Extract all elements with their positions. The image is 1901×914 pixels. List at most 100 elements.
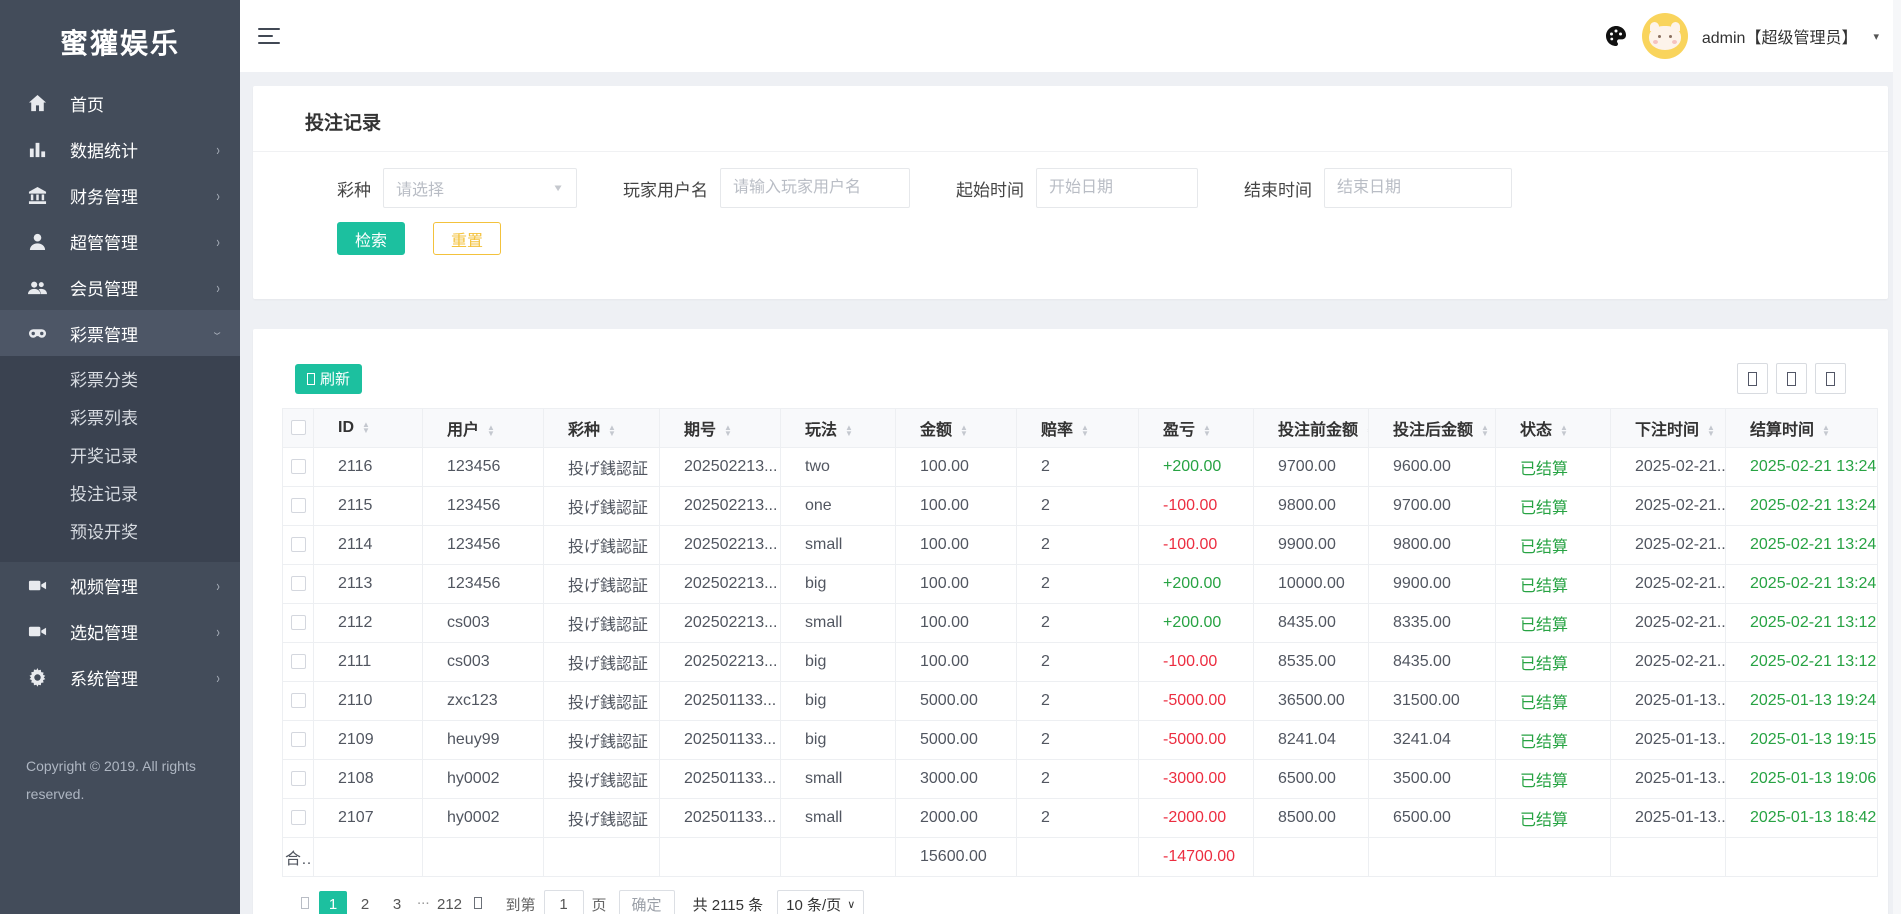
sort-caret-icon[interactable]: ▲▼ <box>487 423 495 437</box>
total-count-label: 共 2115 条 <box>692 897 764 914</box>
row-checkbox[interactable] <box>290 576 306 592</box>
jump-page-input[interactable] <box>543 890 584 914</box>
sidebar-item-members[interactable]: 会员管理 › <box>0 264 240 310</box>
sort-caret-icon[interactable]: ▲▼ <box>608 423 616 437</box>
sort-caret-icon[interactable]: ▲▼ <box>1203 423 1211 437</box>
theme-palette-icon[interactable] <box>1604 24 1628 48</box>
prev-page-icon[interactable] <box>301 896 309 913</box>
sidebar-subitem-lottery-category[interactable]: 彩票分类 <box>0 362 240 400</box>
cell-amount: 100.00 <box>895 486 1017 526</box>
sidebar-item-home[interactable]: 首页 <box>0 80 240 126</box>
row-checkbox[interactable] <box>290 771 306 787</box>
chevron-right-icon: › <box>216 576 220 594</box>
cell-lottery: 投げ銭認証 <box>543 564 660 604</box>
cell-play: small <box>780 798 896 838</box>
column-header-status[interactable]: 状态 ▲ ▼ <box>1495 408 1611 448</box>
cell-user: zxc123 <box>422 681 544 721</box>
page-title: 投注记录 <box>305 113 382 134</box>
sort-caret-icon[interactable]: ▲▼ <box>845 423 853 437</box>
user-avatar[interactable] <box>1641 13 1688 59</box>
next-page-icon[interactable] <box>473 896 482 913</box>
row-checkbox[interactable] <box>290 459 306 475</box>
sort-caret-icon[interactable]: ▲▼ <box>1560 423 1568 437</box>
cell-id: 2114 <box>313 525 423 565</box>
column-header-odds[interactable]: 赔率 ▲ ▼ <box>1016 408 1139 448</box>
select-all-checkbox[interactable] <box>290 420 306 436</box>
player-username-input[interactable] <box>720 168 910 208</box>
column-header-amount[interactable]: 金额 ▲ ▼ <box>895 408 1017 448</box>
end-date-input[interactable] <box>1324 168 1512 208</box>
table-panel: 刷新 ID ▲ ▼ 用户 ▲ ▼ 彩种 ▲ ▼ 期号 ▲ ▼ 玩法 ▲ ▼ 金额… <box>253 329 1888 914</box>
page-number-button[interactable]: 3 <box>383 891 411 914</box>
row-checkbox[interactable] <box>290 537 306 553</box>
cell-settle_time: 2025-01-13 18:42 <box>1725 798 1878 838</box>
cell-id: 2109 <box>313 720 423 760</box>
table-tool-button-1[interactable] <box>1737 363 1768 394</box>
sidebar-item-lottery[interactable]: 彩票管理 › <box>0 310 240 356</box>
start-date-input[interactable] <box>1036 168 1198 208</box>
sort-caret-icon[interactable]: ▲▼ <box>362 420 370 434</box>
column-header-settle-time[interactable]: 结算时间 ▲ ▼ <box>1725 408 1878 448</box>
chevron-right-icon: › <box>216 622 220 640</box>
sidebar-item-stats[interactable]: 数据统计 › <box>0 126 240 172</box>
sidebar-item-finance[interactable]: 财务管理 › <box>0 172 240 218</box>
row-checkbox-cell <box>282 720 314 760</box>
sort-caret-icon[interactable]: ▲▼ <box>1081 423 1089 437</box>
sidebar-item-system[interactable]: 系统管理 › <box>0 654 240 700</box>
sidebar-subitem-draw-records[interactable]: 开奖记录 <box>0 438 240 476</box>
reset-button[interactable]: 重置 <box>433 222 502 255</box>
sort-caret-icon[interactable]: ▲▼ <box>1481 423 1489 437</box>
page-size-select[interactable]: 10 条/页 ∨ <box>777 890 865 914</box>
sidebar-item-concubine[interactable]: 选妃管理 › <box>0 608 240 654</box>
hamburger-menu-icon[interactable] <box>258 28 280 44</box>
row-checkbox[interactable] <box>290 810 306 826</box>
cell-status: 已结算 <box>1495 681 1611 721</box>
row-checkbox[interactable] <box>290 732 306 748</box>
cell-id: 2112 <box>313 603 423 643</box>
sidebar-subitem-preset-draw[interactable]: 预设开奖 <box>0 514 240 552</box>
jump-confirm-button[interactable]: 确定 <box>618 890 675 914</box>
table-tool-button-2[interactable] <box>1776 363 1807 394</box>
cell-user: cs003 <box>422 603 544 643</box>
cell-after: 8335.00 <box>1368 603 1496 643</box>
column-header-issue[interactable]: 期号 ▲ ▼ <box>659 408 781 448</box>
page-number-button[interactable]: 1 <box>319 890 347 914</box>
row-checkbox[interactable] <box>290 693 306 709</box>
row-checkbox[interactable] <box>290 615 306 631</box>
search-button[interactable]: 检索 <box>337 222 406 255</box>
column-header-profit[interactable]: 盈亏 ▲ ▼ <box>1138 408 1254 448</box>
row-checkbox[interactable] <box>290 654 306 670</box>
lottery-type-select[interactable]: 请选择 ▼ <box>383 168 577 208</box>
cell-bet_time: 2025-01-13... <box>1610 759 1726 799</box>
user-dropdown-caret-icon[interactable]: ▾ <box>1873 30 1879 43</box>
column-header-id[interactable]: ID ▲ ▼ <box>313 408 423 448</box>
column-header-user[interactable]: 用户 ▲ ▼ <box>422 408 544 448</box>
row-checkbox-cell <box>282 447 314 487</box>
sort-caret-icon[interactable]: ▲▼ <box>1707 423 1715 437</box>
sort-caret-icon[interactable]: ▲▼ <box>1822 423 1830 437</box>
column-header-play[interactable]: 玩法 ▲ ▼ <box>780 408 896 448</box>
table-tool-button-3[interactable] <box>1815 363 1846 394</box>
page-number-button[interactable]: 2 <box>351 891 379 914</box>
user-name[interactable]: admin【超级管理员】 <box>1702 24 1858 48</box>
sidebar-subitem-bet-records[interactable]: 投注记录 <box>0 476 240 514</box>
column-header-before-amount[interactable]: 投注前金额▲▼ <box>1253 408 1369 448</box>
column-header-after-amount[interactable]: 投注后金额 ▲ ▼ <box>1368 408 1496 448</box>
column-header-lottery[interactable]: 彩种 ▲ ▼ <box>543 408 660 448</box>
cell-play: big <box>780 642 896 682</box>
sidebar-subitem-lottery-list[interactable]: 彩票列表 <box>0 400 240 438</box>
row-checkbox[interactable] <box>290 498 306 514</box>
topbar: admin【超级管理员】 ▾ <box>240 0 1901 72</box>
refresh-button[interactable]: 刷新 <box>295 363 363 394</box>
page-size-label: 10 条/页 <box>786 897 842 914</box>
scrollbar-track[interactable] <box>1893 0 1901 914</box>
select-all-cell <box>282 408 314 448</box>
page-number-button[interactable]: 212 <box>436 891 464 914</box>
sort-caret-icon[interactable]: ▲▼ <box>724 423 732 437</box>
sidebar-item-video[interactable]: 视频管理 › <box>0 562 240 608</box>
cell-after: 9600.00 <box>1368 447 1496 487</box>
column-header-bet-time[interactable]: 下注时间 ▲ ▼ <box>1610 408 1726 448</box>
sort-caret-icon[interactable]: ▲▼ <box>960 423 968 437</box>
cell-status: 已结算 <box>1495 798 1611 838</box>
sidebar-item-superadmin[interactable]: 超管管理 › <box>0 218 240 264</box>
